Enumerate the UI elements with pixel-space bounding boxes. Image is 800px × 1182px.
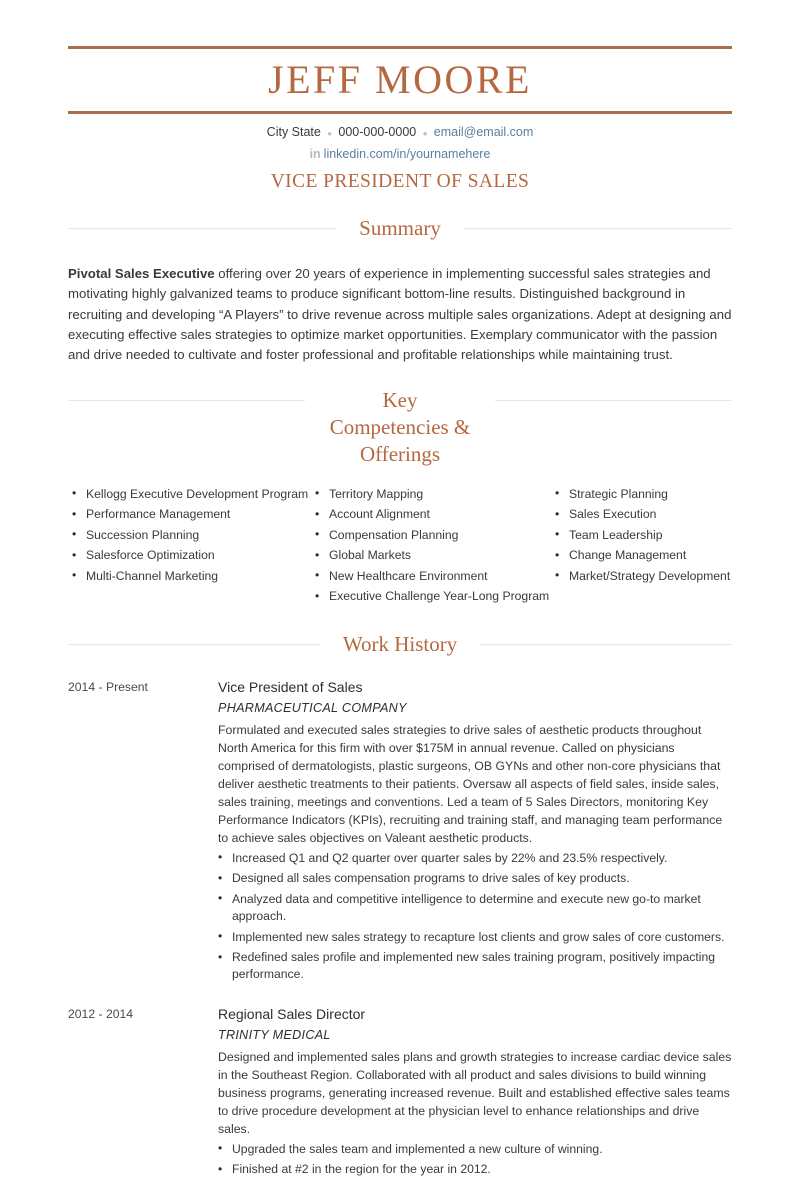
job-dates: 2012 - 2014 bbox=[68, 1006, 134, 1021]
list-item: Compensation Planning bbox=[315, 526, 555, 544]
header-rule-bottom bbox=[68, 111, 732, 114]
list-item: Sales Execution bbox=[555, 506, 730, 523]
list-item: Implemented new sales strategy to recapt… bbox=[218, 928, 732, 946]
list-item: Change Management bbox=[555, 547, 730, 564]
competency-list: Kellogg Executive Development Program Pe… bbox=[72, 485, 315, 585]
contact-line: City State • 000-000-0000 • email@email.… bbox=[68, 123, 732, 142]
summary-title: Summary bbox=[359, 216, 441, 241]
list-item: Global Markets bbox=[315, 547, 555, 564]
competencies-title: Key Competencies & Offerings bbox=[329, 388, 471, 466]
summary-text: Pivotal Sales Executive offering over 20… bbox=[68, 264, 732, 365]
list-item: Account Alignment bbox=[315, 506, 555, 523]
list-item: Strategic Planning bbox=[555, 485, 730, 503]
list-item: Performance Management bbox=[72, 506, 315, 523]
work-history-section: Work History 2014 - Present Vice Preside… bbox=[68, 631, 733, 1182]
competencies-columns: Kellogg Executive Development Program Pe… bbox=[68, 485, 732, 609]
job-details: Regional Sales Director TRINITY MEDICAL … bbox=[218, 1005, 732, 1182]
candidate-name: JEFF MOORE bbox=[268, 57, 532, 102]
list-item: Succession Planning bbox=[72, 526, 315, 544]
divider-left bbox=[68, 643, 321, 645]
list-item: Multi-Channel Marketing bbox=[72, 567, 315, 585]
list-item: Executive Challenge Year-Long Program bbox=[315, 588, 555, 605]
linkedin-link[interactable]: linkedin.com/in/yournamehere bbox=[324, 147, 491, 161]
job-role: Vice President of Sales bbox=[218, 678, 363, 695]
list-item: Team Leadership bbox=[555, 526, 730, 544]
competency-column: Strategic Planning Sales Execution Team … bbox=[555, 485, 730, 609]
list-item: Increased Q1 and Q2 quarter over quarter… bbox=[218, 849, 732, 867]
competency-list: Territory Mapping Account Alignment Comp… bbox=[315, 485, 555, 606]
job-bullet-list: Upgraded the sales team and implemented … bbox=[218, 1140, 732, 1179]
job-role: Regional Sales Director bbox=[218, 1005, 366, 1022]
list-item: Salesforce Optimization bbox=[72, 547, 315, 564]
list-item: Analyzed data and competitive intelligen… bbox=[218, 890, 732, 926]
divider-right bbox=[462, 228, 733, 230]
resume-header: JEFF MOORE City State • 000-000-0000 • e… bbox=[68, 46, 732, 193]
list-item: New Healthcare Environment bbox=[315, 567, 555, 585]
list-item: Market/Strategy Development bbox=[555, 567, 730, 585]
divider-right bbox=[479, 643, 733, 645]
work-history-heading: Work History bbox=[68, 631, 733, 658]
competency-list: Strategic Planning Sales Execution Team … bbox=[555, 485, 730, 585]
competency-column: Territory Mapping Account Alignment Comp… bbox=[315, 485, 555, 609]
list-item: Designed all sales compensation programs… bbox=[218, 870, 732, 887]
list-item: Finished at #2 in the region for the yea… bbox=[218, 1161, 732, 1178]
list-item: Redefined sales profile and implemented … bbox=[218, 949, 732, 984]
job-company: TRINITY MEDICAL bbox=[218, 1028, 331, 1043]
dot-separator-icon: • bbox=[422, 126, 428, 141]
job-entry: 2012 - 2014 Regional Sales Director TRIN… bbox=[68, 1005, 732, 1182]
job-description: Designed and implemented sales plans and… bbox=[218, 1050, 732, 1136]
summary-lead: Pivotal Sales Executive bbox=[68, 266, 215, 282]
job-dates: 2014 - Present bbox=[68, 679, 148, 694]
resume-page: JEFF MOORE City State • 000-000-0000 • e… bbox=[0, 46, 800, 1180]
contact-location: City State bbox=[266, 125, 321, 139]
job-details: Vice President of Sales PHARMACEUTICAL C… bbox=[218, 678, 732, 987]
list-item: Upgraded the sales team and implemented … bbox=[218, 1140, 732, 1158]
job-list: 2014 - Present Vice President of Sales P… bbox=[68, 678, 732, 1182]
divider-left bbox=[68, 228, 338, 230]
list-item: Kellogg Executive Development Program bbox=[72, 485, 315, 503]
summary-section: Summary Pivotal Sales Executive offering… bbox=[68, 215, 733, 365]
job-bullet-list: Increased Q1 and Q2 quarter over quarter… bbox=[218, 849, 732, 984]
contact-phone: 000-000-0000 bbox=[338, 125, 417, 139]
summary-heading: Summary bbox=[68, 215, 733, 242]
contact-email-link[interactable]: email@email.com bbox=[434, 125, 534, 139]
dot-separator-icon: • bbox=[327, 126, 332, 141]
competencies-section: Key Competencies & Offerings Kellogg Exe… bbox=[68, 387, 732, 609]
competency-column: Kellogg Executive Development Program Pe… bbox=[72, 485, 315, 609]
competencies-heading: Key Competencies & Offerings bbox=[68, 387, 732, 468]
divider-left bbox=[68, 400, 305, 402]
job-description: Formulated and executed sales strategies… bbox=[218, 722, 723, 845]
job-company: PHARMACEUTICAL COMPANY bbox=[218, 701, 407, 716]
job-entry: 2014 - Present Vice President of Sales P… bbox=[68, 678, 732, 987]
candidate-headline: VICE PRESIDENT OF SALES bbox=[270, 170, 530, 192]
work-history-title: Work History bbox=[342, 631, 458, 656]
divider-right bbox=[495, 400, 732, 402]
list-item: Territory Mapping bbox=[315, 485, 555, 503]
linkedin-icon: in bbox=[309, 146, 321, 161]
linkedin-line: in linkedin.com/in/yournamehere bbox=[68, 145, 732, 163]
